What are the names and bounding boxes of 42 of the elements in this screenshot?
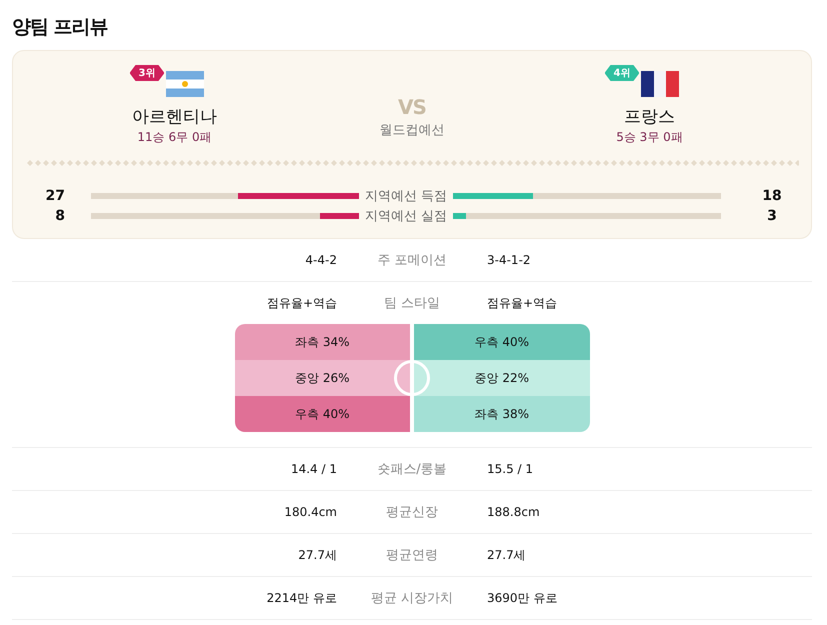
team-name: 프랑스 — [624, 106, 675, 128]
zone-share: 우측 40% — [414, 324, 590, 360]
zone-share: 좌측 38% — [414, 396, 590, 432]
stat-value: 18 — [761, 188, 783, 204]
stat-value: 8 — [54, 208, 65, 224]
section-title: 양팀 프리뷰 — [12, 15, 109, 40]
stat-value: 27 — [44, 188, 65, 204]
zone-share: 중앙 22% — [414, 360, 590, 396]
team-record: 11승 6무 0패 — [137, 129, 212, 146]
zone-share: 중앙 26% — [234, 360, 410, 396]
flag-icon — [166, 71, 204, 97]
row-label: 주 포메이션 — [376, 252, 448, 269]
rank-badge: 4위 — [604, 65, 640, 81]
home-value: 4-4-2 — [304, 253, 337, 267]
away-value: 15.5 / 1 — [487, 462, 534, 476]
row-label: 평균신장 — [385, 504, 439, 521]
away-value: 188.8cm — [487, 505, 541, 519]
home-value: 180.4cm — [283, 505, 337, 519]
away-value: 3-4-1-2 — [487, 253, 532, 267]
team-record: 5승 3무 0패 — [616, 129, 683, 146]
zone-share: 좌측 34% — [234, 324, 410, 360]
zone-share: 우측 40% — [234, 396, 410, 432]
home-value: 점유율+역습 — [266, 294, 337, 312]
home-value: 2214만 유로 — [266, 590, 337, 606]
row-label: 숏패스/롱볼 — [376, 461, 448, 478]
home-value: 14.4 / 1 — [290, 462, 337, 476]
stat-label: 지역예선 득점 — [364, 188, 448, 205]
team-name: 아르헨티나 — [132, 106, 217, 128]
stat-value: 3 — [766, 208, 778, 224]
flag-icon — [640, 71, 678, 97]
away-value: 27.7세 — [487, 546, 527, 564]
row-label: 평균연령 — [385, 547, 439, 564]
stat-label: 지역예선 실점 — [364, 208, 448, 225]
competition-label: 월드컵예선 — [380, 122, 444, 139]
home-value: 27.7세 — [297, 546, 337, 564]
rank-badge: 3위 — [130, 65, 164, 81]
versus-label: VS — [398, 95, 426, 119]
center-circle — [394, 360, 430, 396]
away-value: 3690만 유로 — [487, 590, 558, 606]
row-label: 평균 시장가치 — [370, 590, 454, 607]
row-label: 팀 스타일 — [382, 295, 442, 312]
away-value: 점유율+역습 — [487, 294, 558, 312]
